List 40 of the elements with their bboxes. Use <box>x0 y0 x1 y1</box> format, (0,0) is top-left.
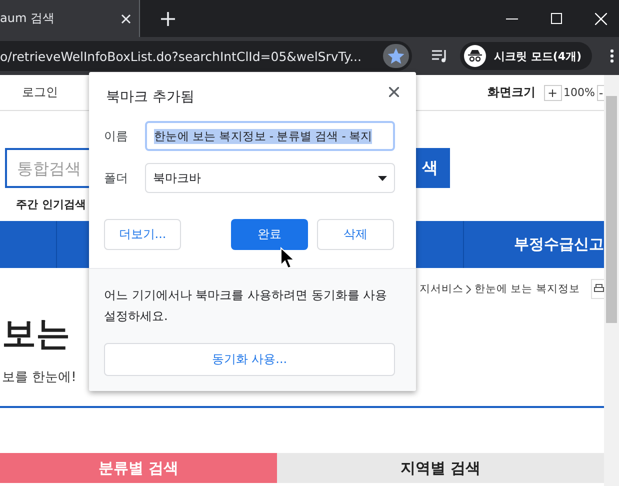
chevron-icon <box>466 284 472 294</box>
plus-icon[interactable] <box>161 12 175 26</box>
print-icon <box>594 284 604 294</box>
zoom-value: 100% <box>562 86 596 99</box>
folder-label: 폴더 <box>104 170 129 186</box>
menu-icon[interactable] <box>610 49 614 63</box>
name-value: 한눈에 보는 복지정보 - 분류별 검색 - 복지 <box>154 128 372 144</box>
name-field[interactable]: 한눈에 보는 복지정보 - 분류별 검색 - 복지 <box>145 121 395 151</box>
search-tab[interactable]: 지역별 검색 <box>277 453 604 483</box>
sync-message: 어느 기기에서나 북마크를 사용하려면 동기화를 사용 설정하세요. <box>104 287 388 325</box>
breadcrumb-item[interactable]: 한눈에 보는 복지정보 <box>474 282 580 296</box>
login-link[interactable]: 로그인 <box>22 84 58 101</box>
page-heading: 보는 <box>2 313 70 356</box>
folder-dropdown[interactable]: 북마크바 <box>145 163 395 193</box>
popular-searches-label: 주간 인기검색 <box>16 197 87 212</box>
scrollbar-thumb[interactable] <box>606 96 617 323</box>
close-icon[interactable] <box>389 87 399 97</box>
browser-tab[interactable]: aum 검색 <box>0 0 140 37</box>
page-subtitle: 보를 한눈에! <box>2 369 76 386</box>
tab-title: aum 검색 <box>0 10 56 27</box>
address-bar[interactable]: o/retrieveWelInfoBoxList.do?searchIntClId=05&welSrvTy... <box>0 41 412 71</box>
nav-item[interactable]: 부정수급신고 <box>514 235 604 254</box>
done-button[interactable]: 완료 <box>231 219 308 250</box>
name-label: 이름 <box>104 128 129 144</box>
url-text: o/retrieveWelInfoBoxList.do?searchIntClId=05&welSrvTy... <box>0 48 362 64</box>
scrollbar[interactable] <box>604 75 619 486</box>
dialog-button[interactable]: 더보기... <box>104 219 181 250</box>
zoom-in-button[interactable]: + <box>544 84 562 100</box>
sync-button[interactable]: 동기화 사용... <box>104 343 395 376</box>
maximize-icon[interactable] <box>551 13 562 24</box>
breadcrumb-item[interactable]: 지서비스 <box>419 282 464 296</box>
media-icon[interactable] <box>432 49 448 63</box>
incognito-icon <box>464 45 486 67</box>
bookmark-star-button[interactable] <box>383 44 409 68</box>
dropdown-caret-icon <box>378 176 387 180</box>
minimize-icon[interactable] <box>506 18 518 20</box>
dialog-title: 북마크 추가됨 <box>106 88 194 106</box>
incognito-profile-button[interactable]: 시크릿 모드(4개) <box>460 42 592 70</box>
zoom-label: 화면크기 <box>488 84 536 101</box>
dialog-button[interactable]: 삭제 <box>317 219 394 250</box>
